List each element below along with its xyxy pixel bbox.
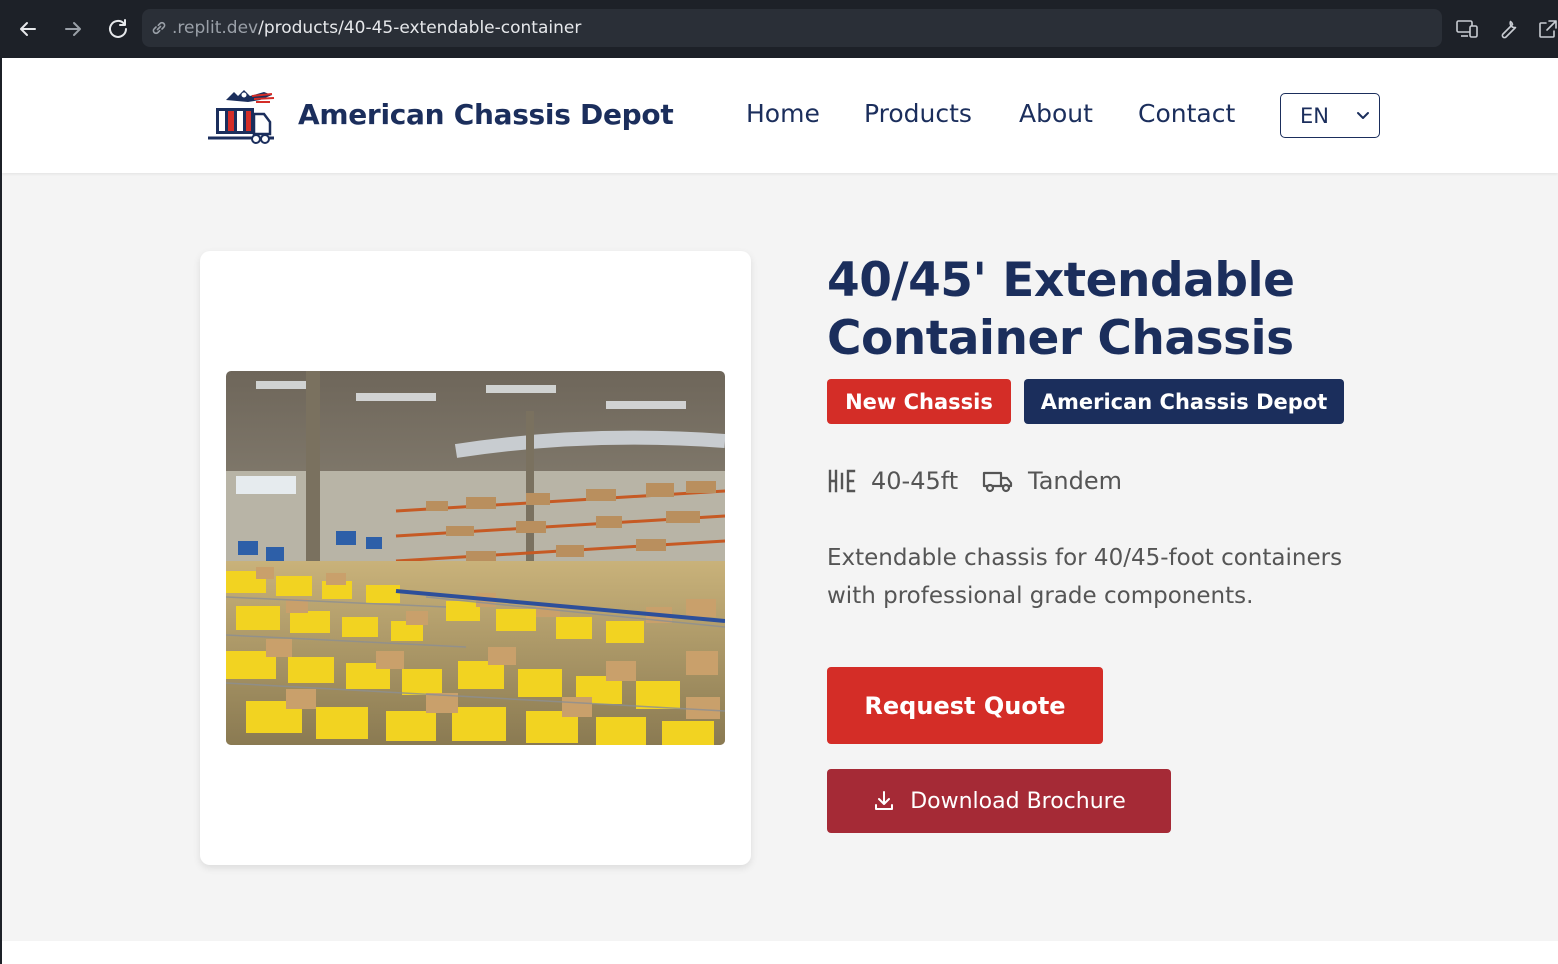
external-link-icon	[1539, 20, 1557, 38]
url-path: /products/40-45-extendable-container	[258, 18, 582, 38]
spec-axle-value: Tandem	[1028, 467, 1122, 495]
download-icon	[875, 791, 894, 810]
reload-button[interactable]	[104, 15, 132, 43]
tools-button[interactable]	[1496, 17, 1520, 41]
forward-button[interactable]	[59, 15, 87, 43]
nav-about[interactable]: About	[1019, 99, 1093, 128]
brand-logo[interactable]	[204, 86, 276, 148]
request-quote-button[interactable]: Request Quote	[827, 667, 1103, 744]
chevron-down-icon	[1357, 112, 1369, 119]
site-header: American Chassis Depot Home Products Abo…	[2, 58, 1558, 173]
devices-button[interactable]	[1455, 17, 1479, 41]
nav-contact[interactable]: Contact	[1138, 99, 1235, 128]
product-title: 40/45' Extendable Container Chassis	[827, 252, 1387, 368]
url-host: .replit.dev	[172, 18, 259, 38]
nav-home[interactable]: Home	[746, 99, 820, 128]
warehouse-photo	[226, 371, 725, 745]
product-title-line-2: Container Chassis	[827, 311, 1294, 366]
condition-badge: New Chassis	[827, 379, 1011, 424]
product-image	[226, 371, 725, 745]
link-icon	[152, 21, 166, 35]
eagle-truck-logo-icon	[208, 90, 275, 144]
brand-name[interactable]: American Chassis Depot	[298, 98, 674, 131]
arrow-right-icon	[65, 22, 81, 36]
ruler-icon	[828, 469, 856, 493]
spec-length-value: 40-45ft	[871, 467, 959, 495]
download-brochure-button[interactable]: Download Brochure	[827, 769, 1171, 833]
wrench-icon	[1501, 20, 1517, 39]
product-title-line-1: 40/45' Extendable	[827, 253, 1295, 308]
reload-icon	[109, 19, 127, 38]
browser-toolbar: .replit.dev/products/40-45-extendable-co…	[0, 0, 1558, 58]
devices-icon	[1456, 20, 1478, 38]
truck-icon	[982, 471, 1013, 493]
spec-length: 40-45ft	[827, 465, 958, 497]
back-button[interactable]	[14, 15, 42, 43]
nav-products[interactable]: Products	[864, 99, 972, 128]
spec-axle: Tandem	[982, 465, 1122, 497]
window-edge	[0, 58, 2, 964]
download-brochure-label: Download Brochure	[910, 788, 1126, 814]
brand-badge: American Chassis Depot	[1024, 379, 1344, 424]
address-bar[interactable]: .replit.dev/products/40-45-extendable-co…	[142, 9, 1442, 47]
arrow-left-icon	[20, 22, 36, 36]
product-description: Extendable chassis for 40/45-foot contai…	[827, 545, 1343, 609]
language-value: EN	[1300, 103, 1329, 128]
footer-edge	[2, 941, 1558, 964]
language-select[interactable]: EN	[1280, 93, 1380, 138]
open-external-button[interactable]	[1536, 17, 1558, 41]
product-image-card	[200, 251, 751, 865]
url-text: .replit.dev/products/40-45-extendable-co…	[172, 18, 581, 38]
